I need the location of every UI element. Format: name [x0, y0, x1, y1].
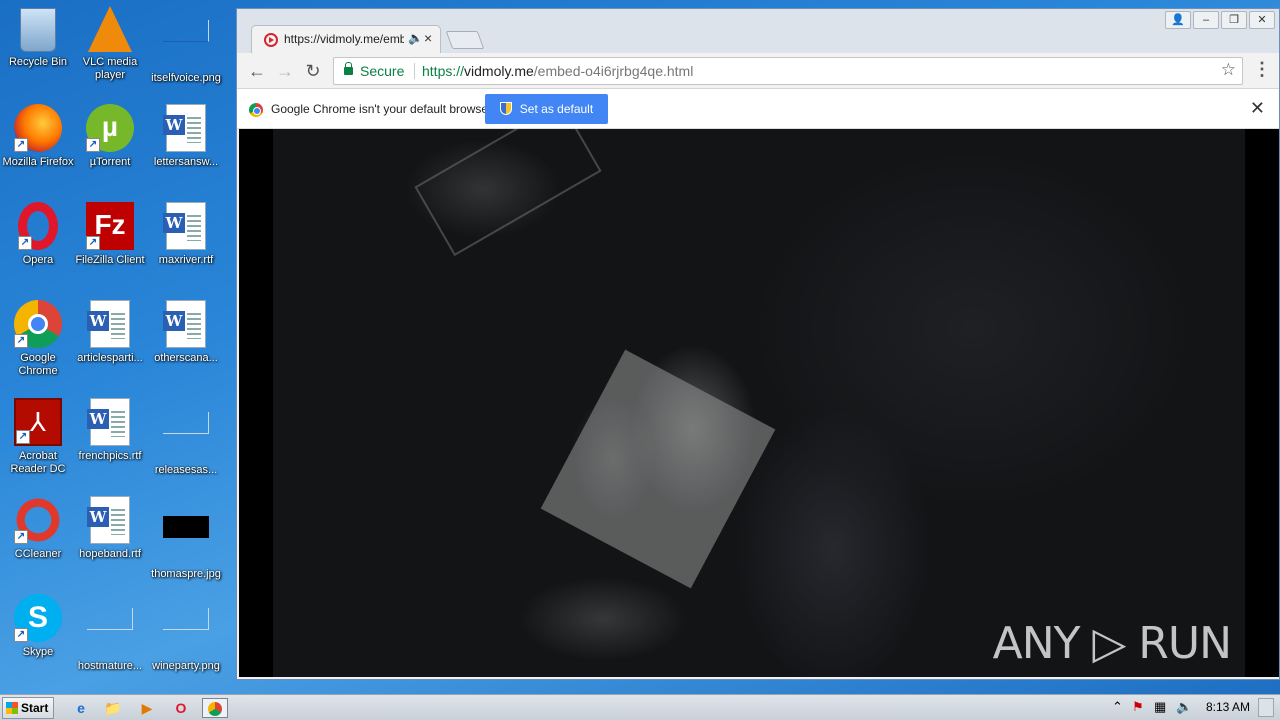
video-scene-notebook	[540, 349, 776, 589]
chrome-menu-icon[interactable]: ⋮	[1253, 59, 1271, 80]
desktop-icon-label: CCleaner	[14, 548, 62, 560]
desktop-icon-label: lettersansw...	[153, 156, 219, 168]
reload-button[interactable]: ↻	[301, 59, 325, 83]
desktop: Recycle Bin ↗ Mozilla Firefox ↗ Opera ↗ …	[0, 0, 236, 694]
video-scene-book	[414, 129, 602, 257]
url-scheme: https://	[422, 63, 465, 79]
acrobat-icon[interactable]: ⅄ ↗ Acrobat Reader DC	[0, 398, 76, 476]
skype-icon[interactable]: S ↗ Skype	[0, 594, 76, 659]
taskbar: Start e 📁 ▶ O ⌃ ⚑ ▦ 🔈 8:13 AM	[0, 694, 1280, 720]
restore-button[interactable]: ❐	[1221, 11, 1247, 29]
bookmark-star-icon[interactable]: ☆	[1221, 60, 1236, 80]
network-icon[interactable]: ▦	[1154, 699, 1166, 715]
browser-toolbar: ← → ↻ Secure https://vidmoly.me/embed-o4…	[237, 53, 1279, 89]
show-desktop-button[interactable]	[1258, 698, 1274, 717]
desktop-icon-label: Skype	[22, 646, 54, 658]
url-text: https://vidmoly.me/embed-o4i6rjrbg4qe.ht…	[422, 63, 693, 79]
vlc-icon[interactable]: VLC media player	[72, 6, 148, 82]
desktop-icon-label: Recycle Bin	[8, 56, 68, 68]
desktop-icon-label: releasesas...	[154, 464, 218, 476]
new-tab-button[interactable]	[445, 31, 485, 49]
back-button[interactable]: ←	[245, 59, 269, 83]
default-browser-infobar: Google Chrome isn't your default browser…	[237, 89, 1279, 129]
media-player-icon[interactable]: ▶	[136, 698, 158, 718]
system-tray: ⌃ ⚑ ▦ 🔈 8:13 AM	[1104, 695, 1280, 720]
url-host: vidmoly.me	[464, 63, 534, 79]
infobar-close-button[interactable]: ✕	[1250, 98, 1265, 119]
anyrun-watermark: ANY ▷ RUN	[992, 618, 1232, 669]
uac-shield-icon	[499, 102, 512, 115]
opera-taskbar-icon[interactable]: O	[170, 698, 192, 718]
desktop-icon-label: thomaspre.jpg	[151, 568, 221, 580]
desktop-icon-label: VLC media player	[82, 56, 138, 81]
video-player[interactable]: ANY ▷ RUN	[239, 129, 1279, 677]
desktop-icon-label: Mozilla Firefox	[2, 156, 74, 168]
desktop-icon-label: FileZilla Client	[75, 254, 145, 266]
ccleaner-icon[interactable]: ↗ CCleaner	[0, 496, 76, 561]
video-frame	[273, 129, 1245, 677]
address-bar[interactable]: Secure https://vidmoly.me/embed-o4i6rjrb…	[333, 57, 1243, 85]
address-separator	[414, 63, 415, 79]
tab-close-button[interactable]: ×	[424, 30, 432, 46]
word-document-icon[interactable]: W otherscana...	[148, 300, 224, 365]
utorrent-icon[interactable]: µ ↗ µTorrent	[72, 104, 148, 169]
desktop-icon-label: maxriver.rtf	[158, 254, 214, 266]
recycle-bin-icon[interactable]: Recycle Bin	[0, 6, 76, 69]
word-document-icon[interactable]: W hopeband.rtf	[72, 496, 148, 561]
profile-icon[interactable]: 👤	[1165, 11, 1191, 29]
chrome-window: https://vidmoly.me/embed 🔈 × 👤 – ❐ ✕ ← →…	[236, 8, 1280, 680]
opera-icon[interactable]: ↗ Opera	[0, 202, 76, 267]
lock-icon	[344, 62, 353, 75]
desktop-icon-label: Acrobat Reader DC	[10, 450, 66, 475]
word-document-icon[interactable]: W lettersansw...	[148, 104, 224, 169]
set-as-default-label: Set as default	[519, 102, 594, 116]
start-button[interactable]: Start	[2, 697, 54, 719]
set-as-default-button[interactable]: Set as default	[485, 94, 608, 124]
close-window-button[interactable]: ✕	[1249, 11, 1275, 29]
file-icon[interactable]: releasesas...	[148, 398, 224, 477]
desktop-icon-label: Google Chrome	[18, 352, 58, 377]
desktop-icon-label: otherscana...	[154, 352, 218, 364]
clock[interactable]: 8:13 AM	[1206, 700, 1250, 714]
desktop-icon-label: articlesparti...	[77, 352, 143, 364]
infobar-message: Google Chrome isn't your default browser…	[271, 102, 495, 116]
chrome-icon[interactable]: ↗ Google Chrome	[0, 300, 76, 378]
desktop-icon-label: hostmature...	[77, 660, 143, 672]
desktop-icon-label: wineparty.png	[152, 660, 220, 672]
image-file-icon[interactable]: itselfvoice.png	[148, 6, 224, 85]
word-document-icon[interactable]: W maxriver.rtf	[148, 202, 224, 267]
tab-active[interactable]: https://vidmoly.me/embed 🔈 ×	[251, 25, 441, 53]
audio-playing-icon[interactable]: 🔈	[408, 31, 423, 45]
minimize-button[interactable]: –	[1193, 11, 1219, 29]
image-file-icon[interactable]: wineparty.png	[148, 594, 224, 673]
chrome-logo-icon	[249, 103, 263, 117]
volume-icon[interactable]: 🔈	[1176, 699, 1192, 715]
vidmoly-favicon-icon	[264, 33, 278, 47]
filezilla-icon[interactable]: Fz ↗ FileZilla Client	[72, 202, 148, 267]
tab-strip: https://vidmoly.me/embed 🔈 × 👤 – ❐ ✕	[237, 9, 1279, 53]
show-hidden-icons-icon[interactable]: ⌃	[1112, 699, 1123, 715]
chrome-taskbar-icon[interactable]	[202, 698, 228, 718]
desktop-icon-label: itselfvoice.png	[151, 72, 221, 84]
internet-explorer-icon[interactable]: e	[70, 698, 92, 718]
word-document-icon[interactable]: W articlesparti...	[72, 300, 148, 365]
desktop-icon-label: µTorrent	[89, 156, 131, 168]
secure-label: Secure	[360, 63, 405, 79]
window-controls: 👤 – ❐ ✕	[1165, 11, 1275, 29]
file-explorer-icon[interactable]: 📁	[102, 698, 124, 718]
desktop-icon-label: frenchpics.rtf	[78, 450, 142, 462]
action-center-icon[interactable]: ⚑	[1132, 699, 1144, 715]
desktop-icon-label: hopeband.rtf	[79, 548, 141, 560]
desktop-icon-label: Opera	[22, 254, 54, 266]
image-file-icon[interactable]: thomaspre.jpg	[148, 496, 224, 581]
tab-title: https://vidmoly.me/embed	[284, 32, 404, 46]
firefox-icon[interactable]: ↗ Mozilla Firefox	[0, 104, 76, 169]
url-path: /embed-o4i6rjrbg4qe.html	[533, 63, 694, 79]
forward-button[interactable]: →	[273, 59, 297, 83]
word-document-icon[interactable]: W frenchpics.rtf	[72, 398, 148, 463]
file-icon[interactable]: hostmature...	[72, 594, 148, 673]
